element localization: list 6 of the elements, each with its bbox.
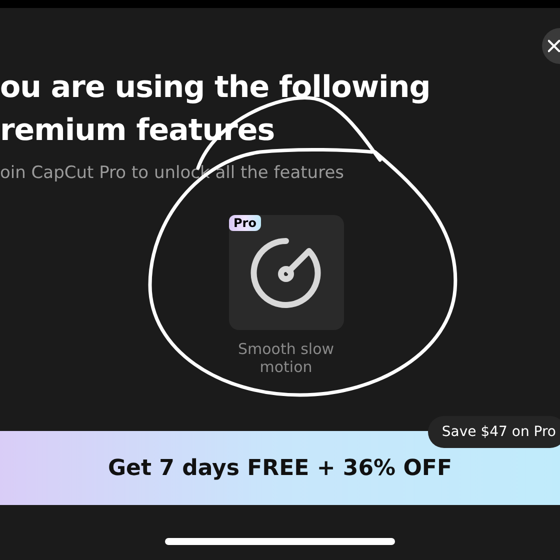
feature-tile[interactable]: Pro: [228, 215, 344, 330]
savings-tooltip: Save $47 on Pro: [428, 416, 560, 448]
close-icon: [548, 39, 560, 53]
pro-badge: Pro: [228, 215, 262, 231]
feature-label: Smooth slow motion: [236, 340, 336, 376]
close-button[interactable]: [542, 28, 560, 64]
